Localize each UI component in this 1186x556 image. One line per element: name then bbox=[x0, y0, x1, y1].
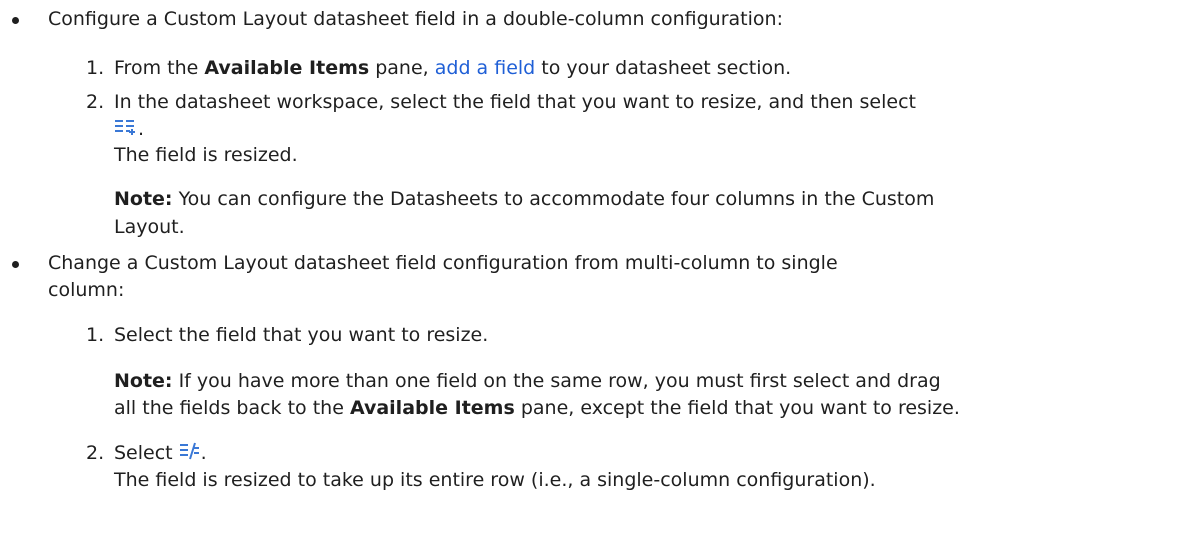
available-items-label-2: Available Items bbox=[349, 397, 515, 419]
note-2-label: Note: bbox=[114, 370, 173, 392]
step-b2-text: Select . bbox=[114, 440, 207, 467]
note-1-label: Note: bbox=[114, 188, 173, 210]
resize-multi-column-icon bbox=[114, 117, 138, 143]
available-items-label: Available Items bbox=[204, 57, 370, 79]
step-b2-result: The field is resized to take up its enti… bbox=[114, 469, 876, 491]
note-2-line-2: all the fields back to the Available Ite… bbox=[114, 397, 960, 419]
step-1-text: From the Available Items pane, add a fie… bbox=[114, 57, 792, 79]
add-a-field-link[interactable]: add a field bbox=[435, 57, 535, 79]
step-1-number: 1. bbox=[86, 57, 105, 79]
note-1: Note: You can configure the Datasheets t… bbox=[114, 188, 935, 210]
step-2-result: The field is resized. bbox=[114, 144, 298, 166]
step-b2-number: 2. bbox=[86, 442, 105, 464]
resize-single-column-icon bbox=[179, 441, 201, 467]
bullet-2 bbox=[12, 261, 19, 268]
step-b1-number: 1. bbox=[86, 324, 105, 346]
note-1-line-2: Layout. bbox=[114, 216, 185, 238]
step-2-text: In the datasheet workspace, select the f… bbox=[114, 91, 916, 113]
bullet-2-intro-line-1: Change a Custom Layout datasheet field c… bbox=[48, 252, 838, 274]
step-2-icon-line: . bbox=[114, 116, 144, 143]
step-b1-text: Select the field that you want to resize… bbox=[114, 324, 489, 346]
note-2: Note: If you have more than one field on… bbox=[114, 370, 941, 392]
bullet-1-intro: Configure a Custom Layout datasheet fiel… bbox=[48, 8, 783, 30]
bullet-2-intro-line-2: column: bbox=[48, 279, 125, 301]
bullet-1 bbox=[12, 17, 19, 24]
step-2-number: 2. bbox=[86, 91, 105, 113]
